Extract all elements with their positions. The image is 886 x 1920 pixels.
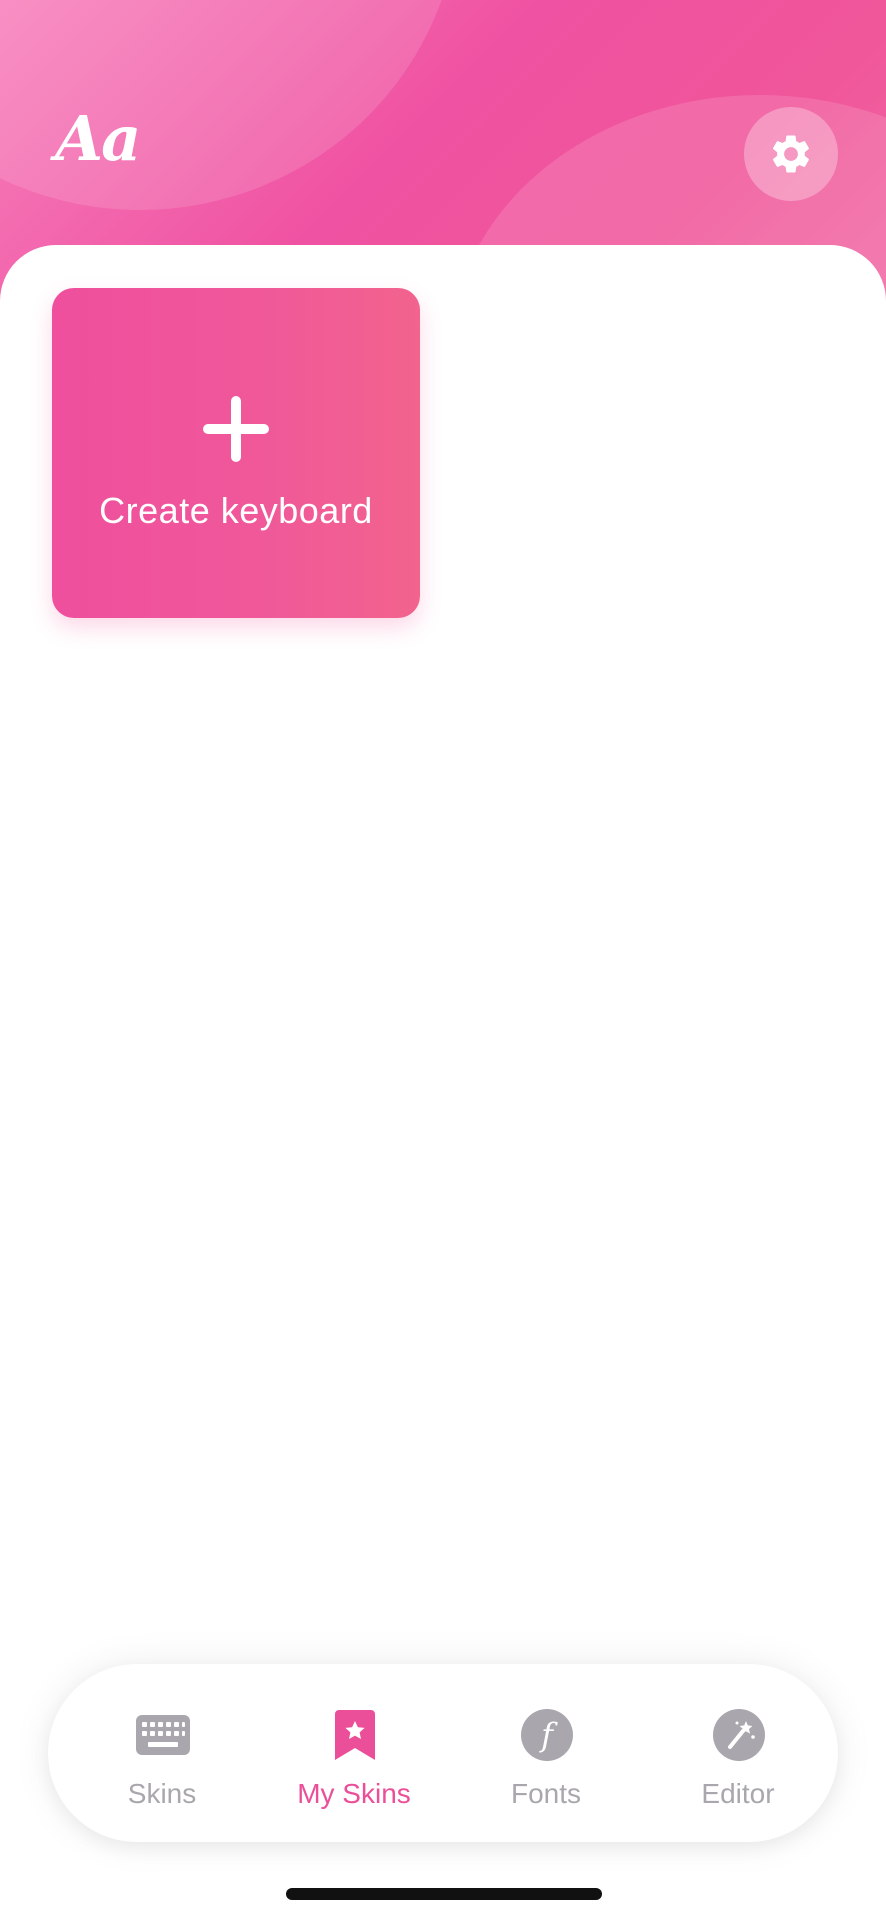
- create-keyboard-label: Create keyboard: [99, 490, 373, 531]
- tab-my-skins-label: My Skins: [297, 1778, 411, 1809]
- keyboard-icon: [136, 1708, 190, 1762]
- tab-skins-label: Skins: [127, 1778, 197, 1809]
- settings-button[interactable]: [744, 107, 838, 201]
- plus-icon: [203, 396, 269, 462]
- tab-editor[interactable]: Editor: [648, 1664, 828, 1842]
- home-indicator: [286, 1888, 602, 1900]
- app-screen: Aa Create keyboard Skins My Skins f Font…: [0, 0, 886, 1920]
- bookmark-star-icon: [328, 1708, 382, 1762]
- bottom-tab-bar: Skins My Skins f Fonts Editor: [48, 1664, 838, 1842]
- tab-fonts[interactable]: f Fonts: [456, 1664, 636, 1842]
- tab-skins[interactable]: Skins: [72, 1664, 252, 1842]
- app-logo: Aa: [55, 102, 141, 175]
- tab-editor-label: Editor: [701, 1778, 775, 1809]
- create-keyboard-button[interactable]: Create keyboard: [52, 288, 420, 618]
- tab-my-skins[interactable]: My Skins: [264, 1664, 444, 1842]
- font-f-icon: f: [520, 1708, 574, 1762]
- gear-icon: [772, 135, 809, 173]
- tab-fonts-label: Fonts: [510, 1778, 582, 1809]
- magic-wand-icon: [712, 1708, 766, 1762]
